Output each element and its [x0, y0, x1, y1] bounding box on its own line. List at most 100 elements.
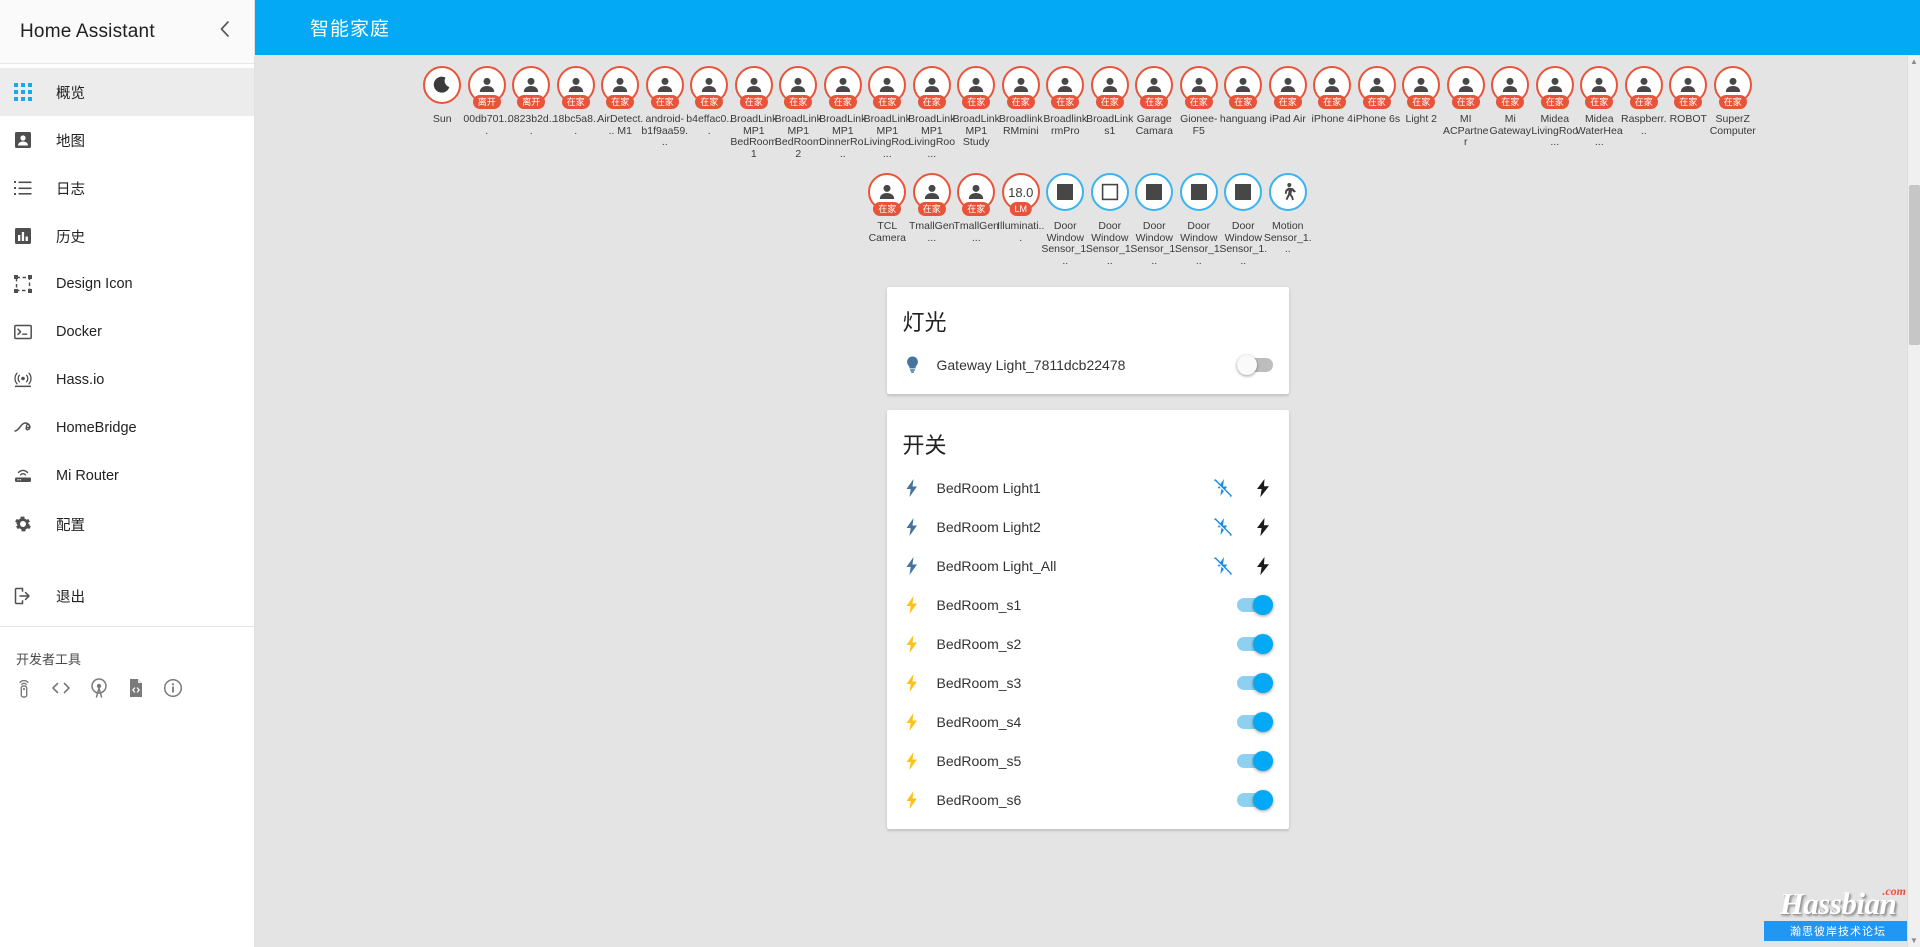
badge-label: Illuminati... — [997, 220, 1045, 244]
entity-badge[interactable]: Door Window Sensor_1... — [1041, 173, 1089, 267]
remote-icon[interactable] — [15, 678, 33, 698]
scroll-down-arrow[interactable]: ▼ — [1910, 936, 1918, 945]
code-tags-icon[interactable] — [51, 679, 71, 697]
badge-circle: 在家 — [1090, 66, 1129, 109]
vertical-scrollbar[interactable]: ▲ ▼ — [1907, 55, 1920, 947]
badge-circle: 在家 — [645, 66, 684, 109]
entity-badge[interactable]: 在家 iPhone 4 — [1310, 66, 1355, 160]
entity-badge[interactable]: 在家 Garage Camara — [1132, 66, 1177, 160]
entity-badge[interactable]: 在家 SuperZ Computer — [1710, 66, 1756, 160]
entity-badge[interactable]: Motion Sensor_1... — [1264, 173, 1312, 267]
entity-badge[interactable]: 在家 BroadLink MP1 LivingRoo... — [864, 66, 911, 160]
entity-badge[interactable]: 离开 00db701... — [463, 66, 510, 160]
entity-row[interactable]: Gateway Light_7811dcb22478 — [887, 345, 1289, 384]
flash-off-icon[interactable] — [1213, 517, 1233, 537]
entity-row[interactable]: BedRoom_s5 — [887, 741, 1289, 780]
entity-badge[interactable]: 在家 BroadLink MP1 DinnerRo... — [819, 66, 866, 160]
entity-toggle[interactable] — [1236, 354, 1273, 375]
entity-row[interactable]: BedRoom Light1 — [887, 468, 1289, 507]
entity-row[interactable]: BedRoom_s6 — [887, 780, 1289, 819]
entity-badge[interactable]: 在家 BroadLink MP1 Study — [953, 66, 1000, 160]
entity-badge[interactable]: 在家 BroadLink MP1 LivingRoo... — [908, 66, 956, 160]
entity-toggle[interactable] — [1236, 594, 1273, 615]
entity-badge[interactable]: 18.0 LM Illuminati... — [997, 173, 1045, 267]
entity-badge[interactable]: 在家 TmallGen... — [909, 173, 955, 267]
file-code-icon[interactable] — [127, 678, 145, 698]
badge-circle: 在家 — [823, 66, 862, 109]
info-circle-icon[interactable] — [163, 678, 183, 698]
entity-badge[interactable]: Door Window Sensor_1... — [1086, 173, 1134, 267]
entity-badge[interactable]: 在家 Broadlink RMmini — [999, 66, 1044, 160]
entity-row[interactable]: BedRoom_s1 — [887, 585, 1289, 624]
sidebar-item-logbook[interactable]: 日志 — [0, 164, 254, 212]
broadcast-icon[interactable] — [89, 678, 109, 698]
scroll-up-arrow[interactable]: ▲ — [1910, 57, 1918, 66]
badge-value: 18.0 — [1008, 184, 1034, 200]
entity-row[interactable]: BedRoom Light2 — [887, 507, 1289, 546]
entity-badge[interactable]: Sun — [420, 66, 465, 160]
scrollbar-thumb[interactable] — [1909, 185, 1920, 345]
entity-badge[interactable]: Door Window Sensor_1... — [1175, 173, 1223, 267]
entity-badge[interactable]: 离开 0823b2d... — [508, 66, 555, 160]
flash-icon[interactable] — [1253, 517, 1273, 537]
cards-container: 灯光 Gateway Light_7811dcb22478 开关 BedRoom Li… — [255, 287, 1920, 845]
badge-label: Gionee-F5 — [1180, 113, 1218, 137]
entity-badge[interactable]: 在家 BroadLink MP1 BedRoom2 — [775, 66, 822, 160]
entity-toggle[interactable] — [1236, 711, 1273, 732]
entity-row[interactable]: BedRoom_s2 — [887, 624, 1289, 663]
entity-badge[interactable]: 在家 Gionee-F5 — [1177, 66, 1222, 160]
entity-row[interactable]: BedRoom_s4 — [887, 702, 1289, 741]
sidebar-item-mi-router[interactable]: Mi Router — [0, 452, 254, 500]
sidebar-item-design-icon[interactable]: Design Icon — [0, 260, 254, 308]
entity-badge[interactable]: 在家 Midea WaterHea... — [1576, 66, 1623, 160]
sidebar-item-logout[interactable]: 退出 — [0, 572, 254, 620]
person-icon — [1545, 75, 1565, 95]
entity-badge[interactable]: 在家 Light 2 — [1399, 66, 1444, 160]
sidebar-collapse-button[interactable] — [210, 16, 238, 48]
entities-card: 开关 BedRoom Light1 BedRoom Light2 BedRoom Li… — [886, 410, 1289, 829]
badge-circle: 在家 — [1001, 66, 1040, 109]
entity-badge[interactable]: 在家 iPad Air — [1266, 66, 1311, 160]
entity-badge[interactable]: 在家 AirDetect... M1 — [597, 66, 643, 160]
entity-name: BedRoom_s6 — [936, 791, 1022, 808]
flash-off-icon[interactable] — [1213, 556, 1233, 576]
sidebar-item-history[interactable]: 历史 — [0, 212, 254, 260]
sidebar-divider — [0, 626, 254, 627]
entity-toggle[interactable] — [1236, 672, 1273, 693]
entity-badge[interactable]: 在家 ROBOT — [1666, 66, 1711, 160]
entity-badge[interactable]: 在家 Raspberr... — [1621, 66, 1667, 160]
entity-badge[interactable]: 在家 BroadLink MP1 BedRoom1 — [730, 66, 777, 160]
entity-toggle[interactable] — [1236, 789, 1273, 810]
entity-badge[interactable]: 在家 iPhone 6s — [1353, 66, 1400, 160]
entity-badge[interactable]: 在家 hanguang — [1220, 66, 1267, 160]
entity-badge[interactable]: 在家 android- b1f9aa59... — [641, 66, 688, 160]
entity-badge[interactable]: 在家 Mi Gateway — [1488, 66, 1533, 160]
entity-row[interactable]: BedRoom_s3 — [887, 663, 1289, 702]
sidebar-item-map[interactable]: 地图 — [0, 116, 254, 164]
sidebar-item-homebridge[interactable]: HomeBridge — [0, 404, 254, 452]
sidebar-item-configuration[interactable]: 配置 — [0, 500, 254, 548]
entity-badge[interactable]: 在家 MI ACPartner — [1443, 66, 1489, 160]
entity-badge[interactable]: 在家 BroadLink s1 — [1086, 66, 1133, 160]
flash-icon[interactable] — [1253, 478, 1273, 498]
entity-badge[interactable]: 在家 Midea LivingRoo... — [1531, 66, 1578, 160]
toggle-knob — [1252, 672, 1273, 693]
entity-row[interactable]: BedRoom Light_All — [887, 546, 1289, 585]
entity-toggle[interactable] — [1236, 633, 1273, 654]
entity-badge[interactable]: 在家 18bc5a8... — [553, 66, 599, 160]
badge-label: BroadLink MP1 LivingRoo... — [908, 113, 956, 160]
entity-badge[interactable]: 在家 b4effac0... — [686, 66, 732, 160]
entity-badge[interactable]: 在家 TmallGen... — [953, 173, 999, 267]
sidebar-item-docker[interactable]: Docker — [0, 308, 254, 356]
entity-controls — [1213, 478, 1273, 498]
entity-badge[interactable]: 在家 Broadlink rmPro — [1043, 66, 1088, 160]
flash-off-icon[interactable] — [1213, 478, 1233, 498]
sidebar-item-hassio[interactable]: Hass.io — [0, 356, 254, 404]
entity-badge[interactable]: 在家 TCL Camera — [865, 173, 910, 267]
sidebar-item-overview[interactable]: 概览 — [0, 68, 254, 116]
entity-toggle[interactable] — [1236, 750, 1273, 771]
flash-icon[interactable] — [1253, 556, 1273, 576]
entity-badge[interactable]: Door Window Sensor_1... — [1219, 173, 1267, 267]
badge-circle: 在家 — [1580, 66, 1619, 109]
entity-badge[interactable]: Door Window Sensor_1... — [1130, 173, 1178, 267]
